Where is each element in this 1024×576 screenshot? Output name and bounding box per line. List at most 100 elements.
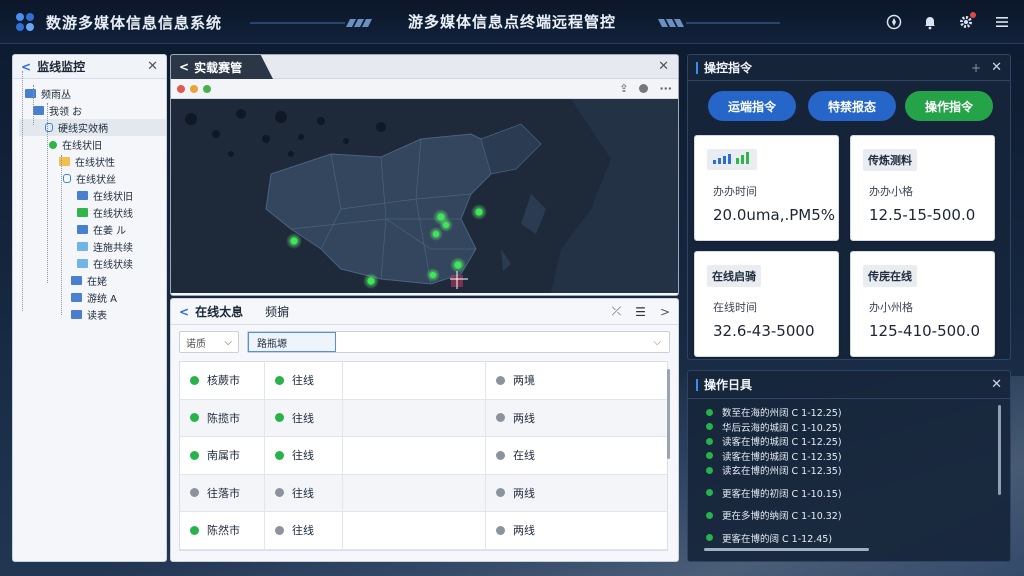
more-icon[interactable]: ··· bbox=[659, 82, 672, 95]
city-cell: 南属市 bbox=[180, 437, 265, 474]
net-cell: 两线 bbox=[486, 400, 667, 437]
status-dot-icon bbox=[706, 534, 713, 542]
status-card[interactable]: 传庑在线 办小州格 125-410-500.0 bbox=[850, 251, 995, 357]
log-entry[interactable]: 更客在博的初阔 C 1-10.15) bbox=[706, 486, 1010, 501]
compass-icon[interactable] bbox=[884, 12, 904, 32]
status-dot-icon bbox=[706, 423, 713, 431]
menu-icon[interactable] bbox=[992, 12, 1012, 32]
log-list: 数至在海的州阔 C 1-12.25) 华后云海的城阔 C 1-10.25) 读客在博… bbox=[688, 399, 1010, 545]
command-button[interactable]: 运端指令 bbox=[708, 91, 796, 121]
status-dot-icon bbox=[190, 375, 199, 385]
tree-node[interactable]: 硬线实效柄 bbox=[19, 119, 166, 136]
tree-node-label: 在姜 ル bbox=[93, 226, 127, 237]
status-dot-icon bbox=[496, 488, 505, 498]
tree-node[interactable]: 在线状旧 bbox=[19, 187, 166, 204]
status-dot-icon bbox=[275, 488, 284, 498]
log-entry-text: 更客在博的阔 C 1-12.45) bbox=[722, 533, 833, 545]
next-icon[interactable]: > bbox=[660, 305, 670, 319]
bell-icon[interactable] bbox=[920, 12, 940, 32]
close-icon[interactable]: ✕ bbox=[991, 377, 1002, 392]
table-scrollbar[interactable] bbox=[667, 369, 670, 459]
log-entry[interactable]: 读客在博的城阔 C 1-12.25) bbox=[706, 434, 1010, 449]
china-map[interactable] bbox=[171, 99, 678, 293]
shield-icon bbox=[63, 174, 71, 183]
log-vertical-scrollbar[interactable] bbox=[998, 405, 1001, 495]
tree-node[interactable]: 在线状线 bbox=[19, 204, 166, 221]
log-entry-text: 读玄在博的州阔 C 1-12.35) bbox=[722, 466, 842, 478]
log-entry[interactable]: 读玄在博的州阔 C 1-12.35) bbox=[706, 463, 1010, 478]
tree-node[interactable]: 在姥 bbox=[19, 272, 166, 289]
state-cell-text: 往线 bbox=[292, 486, 314, 500]
command-button[interactable]: 特禁报态 bbox=[808, 91, 896, 121]
gear-icon[interactable] bbox=[956, 12, 976, 32]
status-card[interactable]: 传炼测料 办办小格 12.5-15-500.0 bbox=[850, 135, 995, 241]
tree-node[interactable]: 连施共续 bbox=[19, 238, 166, 255]
back-chevron-icon[interactable]: < bbox=[179, 305, 189, 319]
status-dot-icon bbox=[275, 413, 284, 423]
close-icon[interactable]: ✕ bbox=[658, 59, 669, 74]
log-entry[interactable]: 更在多博的纳阔 C 1-10.32) bbox=[706, 508, 1010, 523]
table-row[interactable]: 往落市 往线 两线 bbox=[180, 474, 667, 512]
tree-node[interactable]: 读表 bbox=[19, 306, 166, 323]
table-row[interactable]: 陈然市 往线 两线 bbox=[180, 512, 667, 550]
status-dot-icon bbox=[706, 466, 713, 474]
close-icon[interactable]: ✕ bbox=[147, 59, 158, 74]
blue-folder-icon bbox=[71, 310, 82, 319]
online-table: 核蕨市 往线 两境 陈揽市 往线 两线 南属市 往线 在线 往落市 往线 两线 陈然市 往线 两线 bbox=[179, 361, 668, 551]
notification-dot bbox=[970, 12, 976, 18]
table-row[interactable]: 陈揽市 往线 两线 bbox=[180, 399, 667, 437]
tree-node[interactable]: 我领 お bbox=[19, 102, 166, 119]
log-entry-text: 更客在博的初阔 C 1-10.15) bbox=[722, 488, 842, 500]
status-dot-icon bbox=[706, 408, 713, 416]
command-button[interactable]: 操作指令 bbox=[905, 91, 993, 121]
log-horizontal-scrollbar[interactable] bbox=[704, 548, 869, 551]
top-header: 数游多媒体信息信息系统 游多媒体信息点终端远程管控 bbox=[0, 0, 1024, 44]
map-window: < 实载赛管 ✕ ⇪ ··· bbox=[170, 54, 679, 296]
tree-node[interactable]: 在线状旧 bbox=[19, 136, 166, 153]
window-maximize-dot[interactable] bbox=[203, 84, 211, 93]
log-entry[interactable]: 数至在海的州阔 C 1-12.25) bbox=[706, 405, 1010, 420]
tree-node[interactable]: 游统 A bbox=[19, 289, 166, 306]
close-icon[interactable]: ✕ bbox=[991, 60, 1002, 75]
tree-guide-line bbox=[33, 85, 34, 125]
search-input[interactable]: 路瓶塬 ⌵ bbox=[247, 331, 670, 353]
green-leaf-icon bbox=[77, 208, 88, 217]
table-row[interactable]: 南属市 往线 在线 bbox=[180, 437, 667, 475]
status-dot-icon bbox=[190, 413, 199, 423]
green-dot-icon bbox=[49, 140, 57, 149]
city-cell-text: 核蕨市 bbox=[207, 374, 240, 388]
net-cell: 在线 bbox=[486, 437, 667, 474]
tree-node[interactable]: 在线状续 bbox=[19, 255, 166, 272]
share-icon[interactable]: ⇪ bbox=[619, 82, 628, 95]
log-entry[interactable]: 读客在博的城阔 C 1-12.35) bbox=[706, 449, 1010, 464]
tree-node[interactable]: 在姜 ル bbox=[19, 221, 166, 238]
log-entry-text: 读客在博的城阔 C 1-12.35) bbox=[722, 451, 842, 463]
tree-node-label: 游统 A bbox=[87, 294, 118, 305]
empty-cell bbox=[343, 437, 486, 474]
tree-node[interactable]: 频雨丛 bbox=[19, 85, 166, 102]
table-row[interactable]: 核蕨市 往线 两境 bbox=[180, 362, 667, 400]
blue-folder-icon bbox=[25, 89, 36, 98]
city-cell-text: 陈然市 bbox=[207, 524, 240, 538]
status-card[interactable]: 在线启骑 在线时间 32.6-43-5000 bbox=[694, 251, 839, 357]
log-entry-text: 华后云海的城阔 C 1-10.25) bbox=[722, 422, 842, 434]
collapse-icon[interactable]: ⤫ bbox=[612, 304, 622, 319]
log-entry[interactable]: 更客在博的阔 C 1-12.45) bbox=[706, 531, 1010, 546]
tab-map[interactable]: < 实载赛管 bbox=[171, 55, 273, 79]
log-entry[interactable]: 华后云海的城阔 C 1-10.25) bbox=[706, 420, 1010, 435]
chevron-down-icon: ⌵ bbox=[224, 336, 232, 348]
net-cell-text: 在线 bbox=[513, 449, 535, 463]
tree-node[interactable]: 在线状性 bbox=[19, 153, 166, 170]
type-select[interactable]: 诺质 ⌵ bbox=[179, 331, 239, 353]
status-dot-icon bbox=[275, 375, 284, 385]
log-entry-text: 更在多博的纳阔 C 1-10.32) bbox=[722, 511, 842, 523]
list-icon[interactable]: ☰ bbox=[635, 305, 646, 319]
record-icon[interactable] bbox=[639, 84, 649, 93]
window-close-dot[interactable] bbox=[177, 84, 185, 93]
window-minimize-dot[interactable] bbox=[190, 84, 198, 93]
chevron-down-icon: ⌵ bbox=[653, 336, 661, 348]
tree-node[interactable]: 在线状丝 bbox=[19, 170, 166, 187]
status-card[interactable]: 办办时间 20.0uma,.PM5% bbox=[694, 135, 839, 241]
status-dot-icon bbox=[275, 450, 284, 460]
add-icon[interactable]: + bbox=[971, 61, 981, 75]
